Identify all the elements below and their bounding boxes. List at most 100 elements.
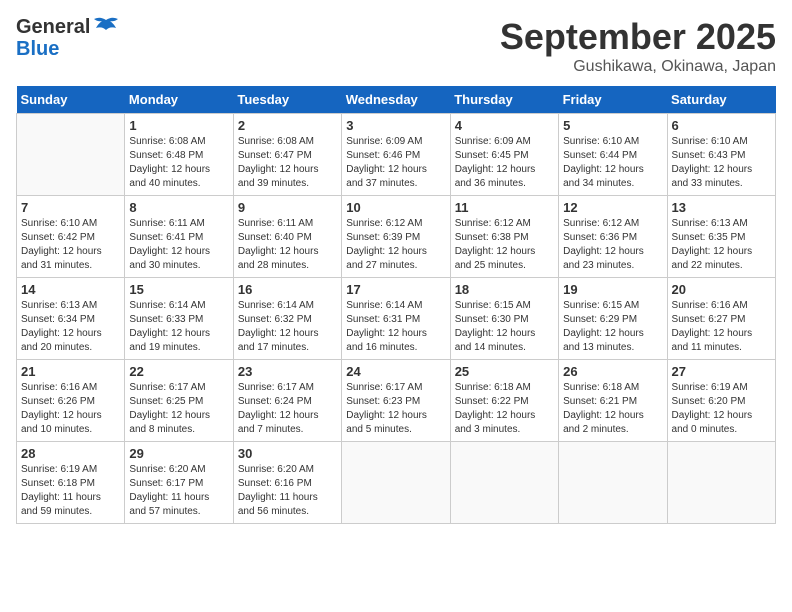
day-info: Sunrise: 6:10 AM Sunset: 6:43 PM Dayligh… (672, 135, 771, 191)
day-info: Sunrise: 6:08 AM Sunset: 6:48 PM Dayligh… (129, 135, 228, 191)
day-number: 24 (346, 364, 445, 379)
day-info: Sunrise: 6:09 AM Sunset: 6:45 PM Dayligh… (455, 135, 554, 191)
day-number: 11 (455, 200, 554, 215)
logo-bird-icon (92, 16, 120, 38)
day-number: 5 (563, 118, 662, 133)
day-cell: 19Sunrise: 6:15 AM Sunset: 6:29 PM Dayli… (559, 278, 667, 360)
week-row-1: 1 Sunrise: 6:08 AM Sunset: 6:48 PM Daylig… (17, 114, 776, 196)
header-monday: Monday (125, 86, 233, 114)
day-cell: 11 Sunrise: 6:12 AM Sunset: 6:38 PM Dayli… (450, 196, 558, 278)
title-section: September 2025 Gushikawa, Okinawa, Japan (500, 16, 776, 76)
day-number: 29 (129, 446, 228, 461)
day-cell: 1 Sunrise: 6:08 AM Sunset: 6:48 PM Daylig… (125, 114, 233, 196)
week-row-4: 21Sunrise: 6:16 AM Sunset: 6:26 PM Dayli… (17, 360, 776, 442)
day-cell: 26 Sunrise: 6:18 AM Sunset: 6:21 PM Dayli… (559, 360, 667, 442)
day-number: 6 (672, 118, 771, 133)
day-cell: 10 Sunrise: 6:12 AM Sunset: 6:39 PM Dayli… (342, 196, 450, 278)
day-cell: 3Sunrise: 6:09 AM Sunset: 6:46 PM Daylig… (342, 114, 450, 196)
month-title: September 2025 (500, 16, 776, 58)
day-number: 10 (346, 200, 445, 215)
day-number: 4 (455, 118, 554, 133)
day-info: Sunrise: 6:16 AM Sunset: 6:26 PM Dayligh… (21, 381, 120, 437)
day-cell: 4 Sunrise: 6:09 AM Sunset: 6:45 PM Daylig… (450, 114, 558, 196)
day-info: Sunrise: 6:16 AM Sunset: 6:27 PM Dayligh… (672, 299, 771, 355)
day-cell (17, 114, 125, 196)
day-info: Sunrise: 6:08 AM Sunset: 6:47 PM Dayligh… (238, 135, 337, 191)
day-cell: 6 Sunrise: 6:10 AM Sunset: 6:43 PM Daylig… (667, 114, 775, 196)
day-info: Sunrise: 6:13 AM Sunset: 6:35 PM Dayligh… (672, 217, 771, 273)
day-number: 16 (238, 282, 337, 297)
day-cell: 23Sunrise: 6:17 AM Sunset: 6:24 PM Dayli… (233, 360, 341, 442)
header-sunday: Sunday (17, 86, 125, 114)
day-info: Sunrise: 6:20 AM Sunset: 6:17 PM Dayligh… (129, 463, 228, 519)
day-cell: 29 Sunrise: 6:20 AM Sunset: 6:17 PM Dayli… (125, 442, 233, 524)
day-cell: 13Sunrise: 6:13 AM Sunset: 6:35 PM Dayli… (667, 196, 775, 278)
day-number: 18 (455, 282, 554, 297)
day-info: Sunrise: 6:14 AM Sunset: 6:32 PM Dayligh… (238, 299, 337, 355)
day-cell: 9Sunrise: 6:11 AM Sunset: 6:40 PM Daylig… (233, 196, 341, 278)
day-number: 23 (238, 364, 337, 379)
day-cell: 21Sunrise: 6:16 AM Sunset: 6:26 PM Dayli… (17, 360, 125, 442)
logo: General Blue (16, 16, 120, 60)
day-info: Sunrise: 6:14 AM Sunset: 6:33 PM Dayligh… (129, 299, 228, 355)
location: Gushikawa, Okinawa, Japan (500, 58, 776, 76)
day-info: Sunrise: 6:18 AM Sunset: 6:21 PM Dayligh… (563, 381, 662, 437)
day-info: Sunrise: 6:19 AM Sunset: 6:20 PM Dayligh… (672, 381, 771, 437)
day-cell (342, 442, 450, 524)
day-cell: 16 Sunrise: 6:14 AM Sunset: 6:32 PM Dayli… (233, 278, 341, 360)
day-info: Sunrise: 6:13 AM Sunset: 6:34 PM Dayligh… (21, 299, 120, 355)
day-number: 26 (563, 364, 662, 379)
day-cell: 27Sunrise: 6:19 AM Sunset: 6:20 PM Dayli… (667, 360, 775, 442)
day-number: 25 (455, 364, 554, 379)
day-cell: 14 Sunrise: 6:13 AM Sunset: 6:34 PM Dayli… (17, 278, 125, 360)
day-number: 30 (238, 446, 337, 461)
page-header: General Blue September 2025 Gushikawa, O… (16, 16, 776, 76)
day-cell: 30 Sunrise: 6:20 AM Sunset: 6:16 PM Dayli… (233, 442, 341, 524)
week-row-5: 28 Sunrise: 6:19 AM Sunset: 6:18 PM Dayli… (17, 442, 776, 524)
day-info: Sunrise: 6:20 AM Sunset: 6:16 PM Dayligh… (238, 463, 337, 519)
day-cell: 24Sunrise: 6:17 AM Sunset: 6:23 PM Dayli… (342, 360, 450, 442)
day-info: Sunrise: 6:11 AM Sunset: 6:41 PM Dayligh… (129, 217, 228, 273)
day-number: 8 (129, 200, 228, 215)
day-cell: 25 Sunrise: 6:18 AM Sunset: 6:22 PM Dayli… (450, 360, 558, 442)
header-saturday: Saturday (667, 86, 775, 114)
day-number: 7 (21, 200, 120, 215)
day-cell: 22 Sunrise: 6:17 AM Sunset: 6:25 PM Dayli… (125, 360, 233, 442)
day-cell: 15 Sunrise: 6:14 AM Sunset: 6:33 PM Dayli… (125, 278, 233, 360)
day-cell: 5 Sunrise: 6:10 AM Sunset: 6:44 PM Daylig… (559, 114, 667, 196)
header-friday: Friday (559, 86, 667, 114)
day-info: Sunrise: 6:12 AM Sunset: 6:38 PM Dayligh… (455, 217, 554, 273)
day-number: 14 (21, 282, 120, 297)
week-row-2: 7 Sunrise: 6:10 AM Sunset: 6:42 PM Daylig… (17, 196, 776, 278)
day-cell: 18 Sunrise: 6:15 AM Sunset: 6:30 PM Dayli… (450, 278, 558, 360)
logo-general: General (16, 16, 90, 38)
day-number: 2 (238, 118, 337, 133)
day-info: Sunrise: 6:19 AM Sunset: 6:18 PM Dayligh… (21, 463, 120, 519)
day-info: Sunrise: 6:12 AM Sunset: 6:36 PM Dayligh… (563, 217, 662, 273)
header-tuesday: Tuesday (233, 86, 341, 114)
day-number: 1 (129, 118, 228, 133)
day-number: 19 (563, 282, 662, 297)
calendar-table: SundayMondayTuesdayWednesdayThursdayFrid… (16, 86, 776, 524)
header-thursday: Thursday (450, 86, 558, 114)
week-row-3: 14 Sunrise: 6:13 AM Sunset: 6:34 PM Dayli… (17, 278, 776, 360)
day-number: 28 (21, 446, 120, 461)
day-info: Sunrise: 6:10 AM Sunset: 6:44 PM Dayligh… (563, 135, 662, 191)
day-cell: 2 Sunrise: 6:08 AM Sunset: 6:47 PM Daylig… (233, 114, 341, 196)
day-cell: 7 Sunrise: 6:10 AM Sunset: 6:42 PM Daylig… (17, 196, 125, 278)
day-cell: 12 Sunrise: 6:12 AM Sunset: 6:36 PM Dayli… (559, 196, 667, 278)
day-cell: 17Sunrise: 6:14 AM Sunset: 6:31 PM Dayli… (342, 278, 450, 360)
day-info: Sunrise: 6:18 AM Sunset: 6:22 PM Dayligh… (455, 381, 554, 437)
day-info: Sunrise: 6:10 AM Sunset: 6:42 PM Dayligh… (21, 217, 120, 273)
day-cell (667, 442, 775, 524)
day-info: Sunrise: 6:12 AM Sunset: 6:39 PM Dayligh… (346, 217, 445, 273)
day-number: 15 (129, 282, 228, 297)
day-info: Sunrise: 6:14 AM Sunset: 6:31 PM Dayligh… (346, 299, 445, 355)
day-cell: 8 Sunrise: 6:11 AM Sunset: 6:41 PM Daylig… (125, 196, 233, 278)
day-number: 22 (129, 364, 228, 379)
day-number: 12 (563, 200, 662, 215)
day-info: Sunrise: 6:17 AM Sunset: 6:25 PM Dayligh… (129, 381, 228, 437)
day-number: 9 (238, 200, 337, 215)
day-info: Sunrise: 6:15 AM Sunset: 6:30 PM Dayligh… (455, 299, 554, 355)
day-cell: 28 Sunrise: 6:19 AM Sunset: 6:18 PM Dayli… (17, 442, 125, 524)
